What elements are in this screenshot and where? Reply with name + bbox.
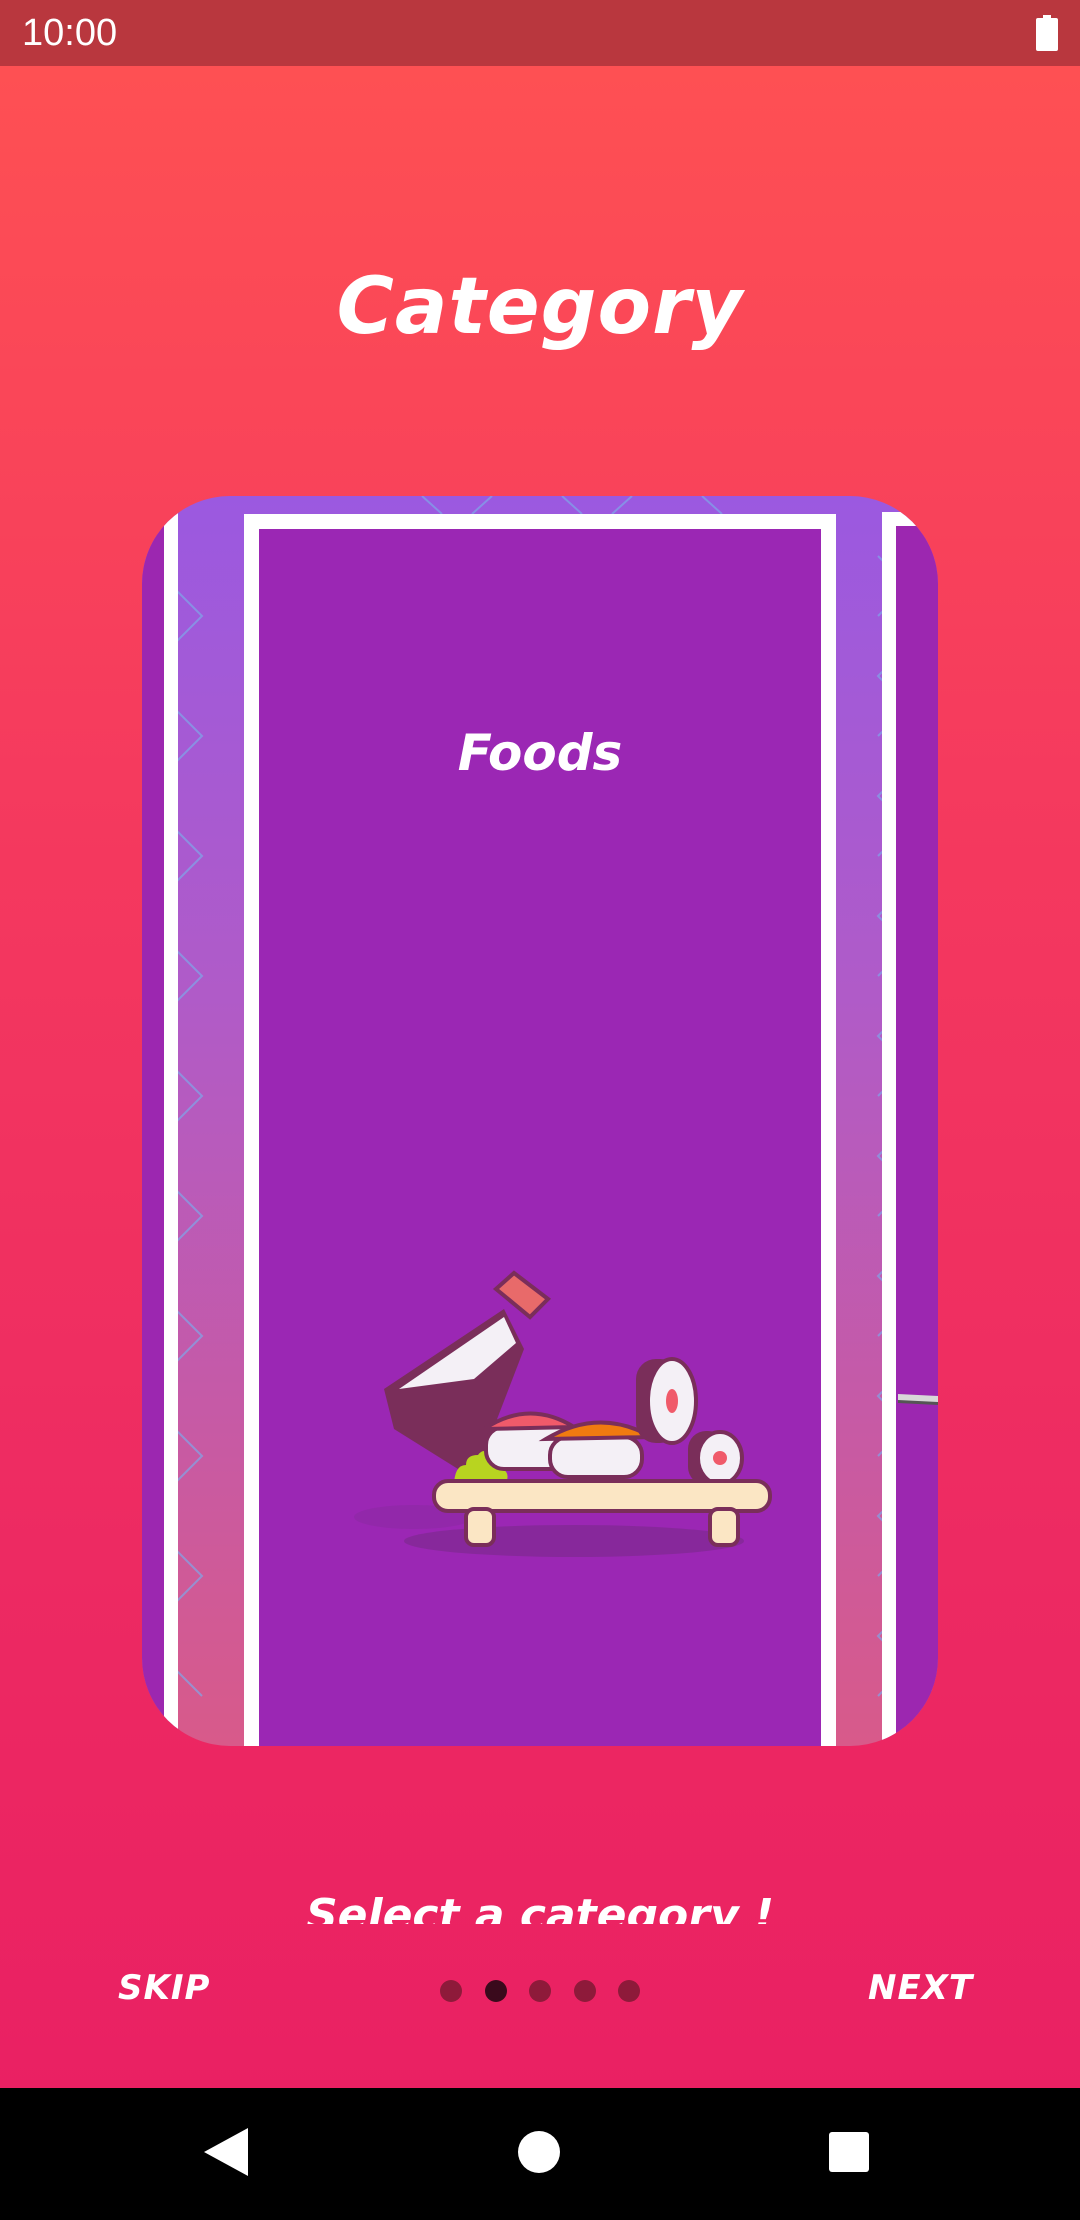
home-icon[interactable] [518,2131,560,2173]
status-bar: 10:00 [0,0,1080,66]
previous-card[interactable] [142,512,178,1746]
category-card-title: Foods [457,724,623,782]
page-indicator [440,1980,640,2004]
back-icon[interactable] [204,2128,248,2176]
status-time: 10:00 [22,12,118,54]
category-card-foods[interactable]: Foods [244,514,836,1746]
next-card[interactable] [882,512,938,1746]
page-title: Category [336,262,744,352]
next-button[interactable]: NEXT [868,1968,973,2008]
battery-icon [1036,15,1058,51]
page-dot-1 [440,1980,462,2002]
skip-button[interactable]: SKIP [118,1968,210,2008]
page-dot-3 [529,1980,551,2002]
sushi-icon [354,1270,772,1557]
recents-icon[interactable] [829,2132,869,2172]
page-dot-5 [618,1980,640,2002]
next-card-peek [898,1394,938,1405]
page-dot-2-active [484,1980,507,2002]
onboarding-subtitle: Select a category ! [305,1890,775,1924]
page-dot-4 [573,1980,596,2002]
category-carousel[interactable]: Foods [142,496,938,1746]
system-nav-bar [0,2088,1080,2220]
